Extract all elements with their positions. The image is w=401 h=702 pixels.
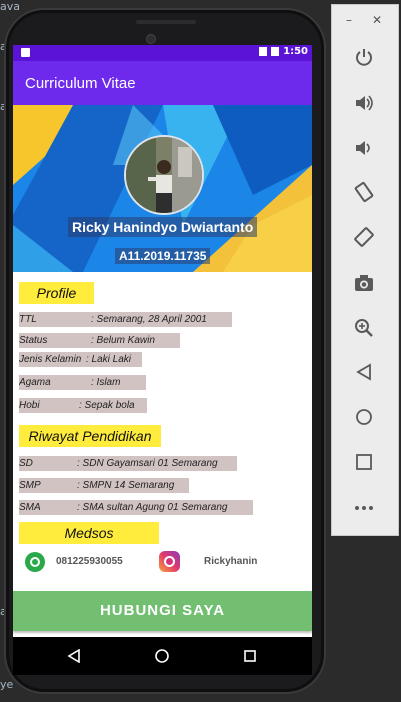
- profile-row-ttl: TTL : Semarang, 28 April 2001: [19, 312, 232, 327]
- student-id: A11.2019.11735: [115, 248, 211, 264]
- row-label: Agama: [19, 377, 51, 388]
- profile-row-hobby: Hobi : Sepak bola: [19, 398, 147, 413]
- contact-row: 081225930055 Rickyhanin: [13, 548, 312, 578]
- row-value: : Sepak bola: [79, 400, 135, 411]
- navigation-bar: [13, 637, 312, 675]
- volume-up-icon[interactable]: [350, 89, 378, 117]
- row-label: Hobi: [19, 400, 40, 411]
- row-value: : Semarang, 28 April 2001: [91, 314, 207, 325]
- row-label: Jenis Kelamin: [19, 354, 82, 365]
- profile-name: Ricky Hanindyo Dwiartanto: [68, 217, 258, 237]
- back-icon[interactable]: [63, 645, 85, 667]
- app-bar: Curriculum Vitae: [13, 61, 312, 105]
- education-row-sd: SD : SDN Gayamsari 01 Semarang: [19, 456, 237, 471]
- row-value: : SMPN 14 Semarang: [77, 480, 175, 491]
- power-icon[interactable]: [350, 43, 378, 71]
- whatsapp-number[interactable]: 081225930055: [56, 556, 123, 567]
- row-value: : SMA sultan Agung 01 Semarang: [77, 502, 228, 513]
- earpiece: [136, 20, 196, 24]
- battery-icon: [271, 47, 280, 56]
- front-camera: [146, 34, 156, 44]
- row-label: SMA: [19, 502, 41, 513]
- education-row-smp: SMP : SMPN 14 Semarang: [19, 478, 189, 493]
- zoom-icon[interactable]: [350, 314, 378, 342]
- profile-row-religion: Agama : Islam: [19, 375, 146, 390]
- signal-icon: [259, 47, 268, 56]
- home-icon[interactable]: [151, 645, 173, 667]
- row-value: : Laki Laki: [86, 354, 132, 365]
- whatsapp-icon[interactable]: [25, 552, 45, 572]
- profile-row-gender: Jenis Kelamin : Laki Laki: [19, 352, 142, 367]
- ide-text: ye: [0, 678, 14, 691]
- education-row-sma: SMA : SMA sultan Agung 01 Semarang: [19, 500, 253, 515]
- instagram-icon[interactable]: [159, 551, 180, 572]
- emulator-toolbar-header: – ✕: [332, 5, 398, 35]
- avatar-photo: [126, 137, 202, 213]
- back-icon[interactable]: [350, 358, 378, 386]
- emulator-toolbar: – ✕: [331, 4, 399, 536]
- rotate-right-icon[interactable]: [350, 223, 378, 251]
- ide-text: ava: [0, 0, 20, 13]
- education-heading: Riwayat Pendidikan: [19, 425, 161, 447]
- instagram-handle[interactable]: Rickyhanin: [204, 556, 257, 567]
- sd-card-icon: [21, 48, 30, 57]
- row-label: TTL: [19, 314, 37, 325]
- rotate-left-icon[interactable]: [350, 178, 378, 206]
- home-icon[interactable]: [350, 403, 378, 431]
- row-value: : Belum Kawin: [91, 335, 155, 346]
- row-label: SD: [19, 458, 33, 469]
- contact-me-button[interactable]: HUBUNGI SAYA: [13, 591, 312, 631]
- close-icon[interactable]: ✕: [372, 13, 382, 27]
- profile-avatar: [124, 135, 204, 215]
- row-value: : SDN Gayamsari 01 Semarang: [77, 458, 218, 469]
- volume-down-icon[interactable]: [350, 134, 378, 162]
- status-indicators: 1:50: [259, 46, 308, 57]
- profile-banner: Ricky Hanindyo Dwiartanto A11.2019.11735: [13, 105, 312, 272]
- recents-icon[interactable]: [239, 645, 261, 667]
- profile-row-status: Status : Belum Kawin: [19, 333, 180, 348]
- more-options-icon[interactable]: [350, 494, 378, 522]
- overview-icon[interactable]: [350, 448, 378, 476]
- app-title: Curriculum Vitae: [25, 75, 136, 92]
- camera-icon[interactable]: [350, 269, 378, 297]
- medsos-heading: Medsos: [19, 522, 159, 544]
- minimize-icon[interactable]: –: [346, 13, 352, 27]
- status-bar: 1:50: [13, 45, 312, 61]
- app-screen: 1:50 Curriculum Vitae Ricky Hanindyo Dwi…: [13, 45, 312, 637]
- row-value: : Islam: [91, 377, 121, 388]
- row-label: SMP: [19, 480, 41, 491]
- profile-heading: Profile: [19, 282, 94, 304]
- status-time: 1:50: [283, 46, 308, 57]
- row-label: Status: [19, 335, 48, 346]
